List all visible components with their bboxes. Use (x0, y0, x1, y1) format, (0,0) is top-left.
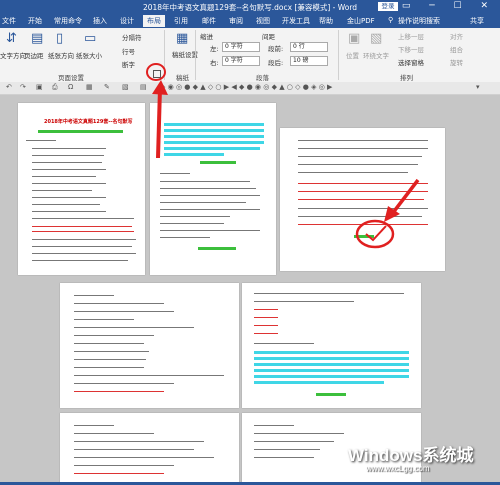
annotation-arrow (390, 178, 420, 216)
annotation-arrowhead (152, 80, 168, 95)
annotation-arrow (156, 87, 162, 159)
windows-logo-icon (320, 442, 344, 468)
annotation-circle (355, 219, 395, 249)
annotation-overlay (146, 63, 420, 249)
watermark-url: www.wxcLgg.com (366, 464, 430, 473)
watermark-brand: Windows系统城 (348, 446, 474, 465)
watermark: Windows系统城 www.wxcLgg.com (318, 441, 473, 473)
annotation-check (365, 225, 387, 242)
annotation-circle (146, 63, 166, 81)
